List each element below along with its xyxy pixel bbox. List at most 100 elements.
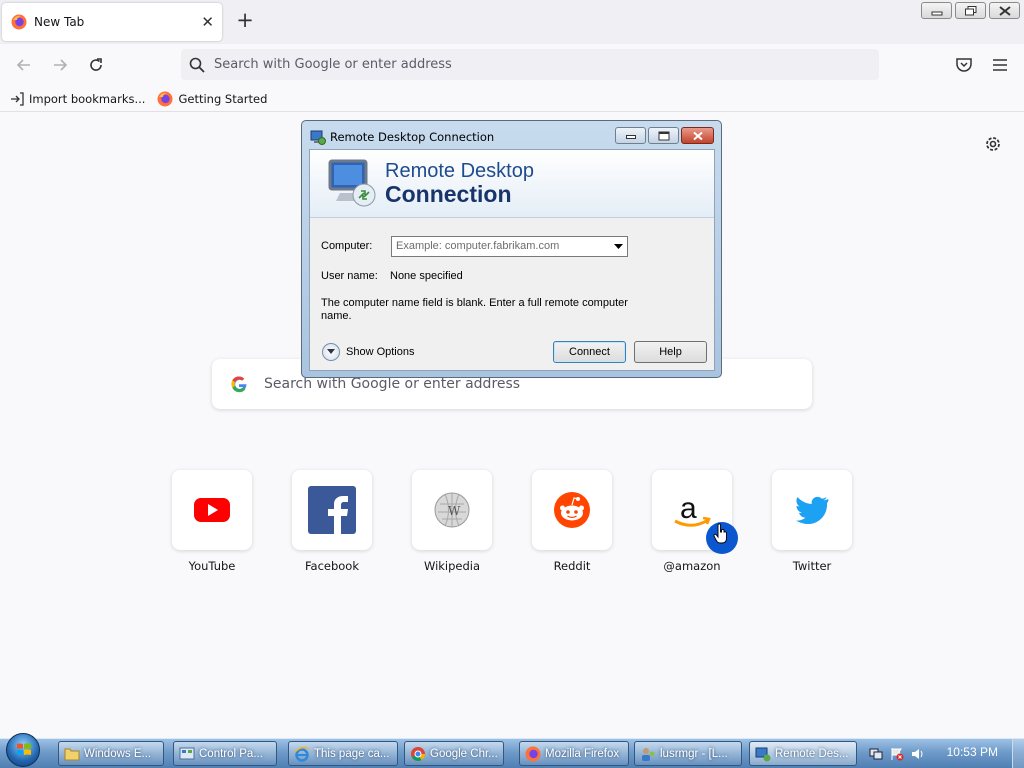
taskbar-item-label: Control Pa... xyxy=(199,747,263,760)
tile-icon-box xyxy=(292,470,372,550)
username-value: None specified xyxy=(390,270,463,282)
google-icon xyxy=(231,376,247,393)
nav-bar: Search with Google or enter address xyxy=(0,44,1024,86)
taskbar-item-internet-explorer[interactable]: This page ca... xyxy=(288,741,398,766)
lusrmgr-icon xyxy=(642,747,655,761)
search-icon xyxy=(189,57,205,73)
remote-desktop-dialog: Remote Desktop Connection Remote Desktop… xyxy=(301,120,722,378)
top-site-twitter[interactable]: Twitter xyxy=(772,470,852,573)
minimize-icon xyxy=(625,134,636,139)
chevron-down-icon xyxy=(327,349,335,354)
taskbar-item-label: Mozilla Firefox xyxy=(545,747,620,760)
taskbar-item-label: Google Chr... xyxy=(430,747,498,760)
pocket-icon[interactable] xyxy=(954,55,974,75)
dialog-minimize-button[interactable] xyxy=(615,127,646,144)
bookmark-import[interactable]: Import bookmarks... xyxy=(10,92,145,106)
reddit-icon xyxy=(554,492,590,528)
new-tab-button[interactable]: + xyxy=(234,10,256,32)
hand-pointer-icon xyxy=(713,523,727,544)
tab-new-tab[interactable]: New Tab ✕ xyxy=(2,3,222,41)
top-site-youtube[interactable]: YouTube xyxy=(172,470,252,573)
action-center-flag-icon[interactable] xyxy=(890,747,904,761)
top-site-reddit[interactable]: Reddit xyxy=(532,470,612,573)
url-bar[interactable]: Search with Google or enter address xyxy=(181,49,879,80)
close-button[interactable] xyxy=(989,2,1020,19)
firefox-icon xyxy=(525,746,541,761)
computer-placeholder: Example: computer.fabrikam.com xyxy=(396,240,560,252)
tab-label: New Tab xyxy=(34,15,85,29)
maximize-icon xyxy=(658,131,669,140)
window-controls xyxy=(921,2,1020,19)
tile-label: Reddit xyxy=(553,559,591,573)
back-icon[interactable] xyxy=(14,55,34,75)
taskbar-item-remote-desktop[interactable]: Remote Des... xyxy=(749,741,857,766)
taskbar-item-lusrmgr[interactable]: lusrmgr - [L... xyxy=(634,741,742,766)
tile-label: YouTube xyxy=(188,559,236,573)
bookmark-label: Import bookmarks... xyxy=(29,91,146,106)
show-options-button[interactable]: Show Options xyxy=(322,343,414,361)
youtube-icon xyxy=(194,498,230,522)
tab-strip: New Tab ✕ + xyxy=(0,0,1024,44)
dialog-banner: Remote Desktop Connection xyxy=(310,150,714,218)
tab-close-icon[interactable]: ✕ xyxy=(201,14,214,30)
url-placeholder: Search with Google or enter address xyxy=(214,57,452,72)
connect-button[interactable]: Connect xyxy=(553,341,626,363)
close-icon xyxy=(999,6,1011,16)
taskbar-item-mozilla-firefox[interactable]: Mozilla Firefox xyxy=(519,741,629,766)
dialog-close-button[interactable] xyxy=(681,127,714,144)
minimize-icon xyxy=(931,11,943,16)
remote-desktop-icon xyxy=(310,130,326,145)
menu-icon[interactable] xyxy=(990,55,1010,75)
taskbar-item-label: Windows E... xyxy=(84,747,152,760)
help-button[interactable]: Help xyxy=(634,341,707,363)
facebook-icon xyxy=(308,486,356,534)
system-tray xyxy=(862,739,1024,768)
chrome-icon xyxy=(411,746,425,761)
tile-icon-box: W xyxy=(412,470,492,550)
bookmarks-toolbar: Import bookmarks... Getting Started xyxy=(0,86,1024,112)
svg-text:a: a xyxy=(680,492,697,525)
banner-line-2: Connection xyxy=(385,181,512,207)
expand-options-icon xyxy=(322,343,340,361)
dialog-maximize-button[interactable] xyxy=(648,127,679,144)
forward-icon[interactable] xyxy=(50,55,70,75)
close-icon xyxy=(692,131,703,140)
firefox-icon xyxy=(11,14,27,30)
restore-button[interactable] xyxy=(955,2,986,19)
computer-combo-box[interactable]: Example: computer.fabrikam.com xyxy=(391,236,628,257)
top-site-facebook[interactable]: Facebook xyxy=(292,470,372,573)
tile-label: @amazon xyxy=(663,559,721,573)
twitter-icon xyxy=(796,496,829,525)
chevron-down-icon[interactable] xyxy=(614,244,623,250)
dialog-title: Remote Desktop Connection xyxy=(330,130,495,144)
taskbar-clock[interactable]: 10:53 PM xyxy=(947,745,998,759)
reload-icon[interactable] xyxy=(86,55,106,75)
show-options-label: Show Options xyxy=(346,346,415,358)
windows-logo-icon xyxy=(17,743,31,755)
tile-label: Wikipedia xyxy=(423,559,481,573)
taskbar-item-google-chrome[interactable]: Google Chr... xyxy=(404,741,504,766)
computer-label: Computer: xyxy=(321,240,373,252)
taskbar-item-label: lusrmgr - [L... xyxy=(660,747,728,760)
volume-icon[interactable] xyxy=(911,747,925,761)
settings-gear-icon[interactable] xyxy=(983,134,1003,154)
top-site-wikipedia[interactable]: W Wikipedia xyxy=(412,470,492,573)
taskbar-item-label: This page ca... xyxy=(314,747,390,760)
bookmark-getting-started[interactable]: Getting Started xyxy=(157,91,267,107)
tile-icon-box xyxy=(772,470,852,550)
taskbar-item-control-panel[interactable]: Control Pa... xyxy=(173,741,277,766)
restore-icon xyxy=(965,6,977,16)
pointer-cursor-icon xyxy=(706,522,738,554)
network-icon[interactable] xyxy=(869,747,883,761)
validation-message: The computer name field is blank. Enter … xyxy=(321,297,628,322)
show-desktop-button[interactable] xyxy=(1012,739,1024,768)
username-label: User name: xyxy=(321,270,378,282)
tile-label: Twitter xyxy=(792,559,832,573)
taskbar-item-windows-explorer[interactable]: Windows E... xyxy=(58,741,164,766)
dialog-window-controls xyxy=(615,127,714,144)
svg-text:W: W xyxy=(448,504,461,518)
banner-line-1: Remote Desktop xyxy=(385,160,534,182)
start-button[interactable] xyxy=(6,733,40,767)
minimize-button[interactable] xyxy=(921,2,952,19)
amazon-icon: a xyxy=(674,492,711,527)
